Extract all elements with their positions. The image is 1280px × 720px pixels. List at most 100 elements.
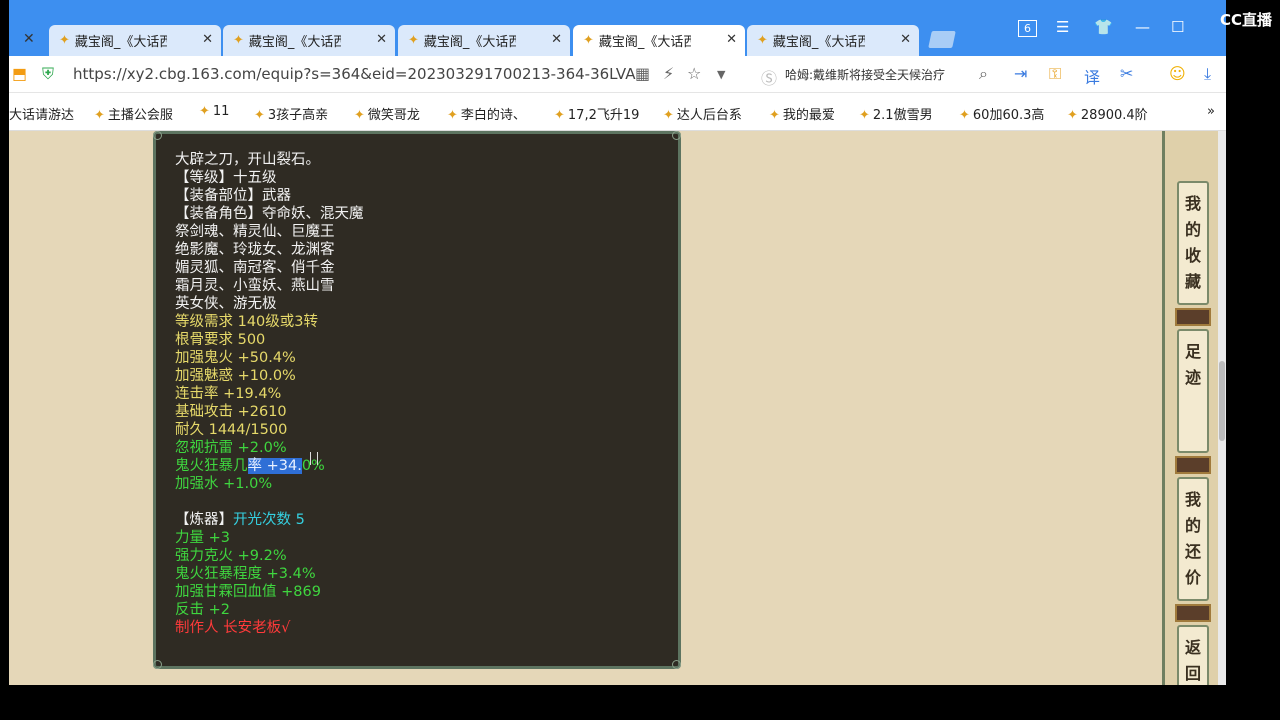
attribute-line: 霜月灵、小蛮妖、燕山雪 bbox=[175, 278, 335, 294]
cbg-favicon-icon: ✦ bbox=[757, 33, 768, 48]
tab-close-icon[interactable]: ✕ bbox=[202, 32, 213, 47]
bookmark-label: 主播公会服 bbox=[107, 108, 173, 123]
attribute-line: 加强甘霖回血值 +869 bbox=[175, 584, 321, 600]
emoji-icon[interactable]: ☺ bbox=[1169, 64, 1186, 83]
bookmark-item[interactable]: ✦ 17,2飞升19 bbox=[554, 104, 639, 123]
close-icon[interactable]: ✕ bbox=[23, 31, 35, 47]
chevron-down-icon[interactable]: ▼ bbox=[717, 68, 725, 81]
tab-count-badge[interactable]: 6 bbox=[1018, 20, 1037, 37]
bookmark-item[interactable]: ✦ 28900.4阶 bbox=[1067, 104, 1148, 123]
translate-icon[interactable]: 译 bbox=[1084, 64, 1100, 88]
favorites-button[interactable]: 我的收藏 bbox=[1177, 181, 1209, 305]
login-icon[interactable]: ⇥ bbox=[1014, 64, 1027, 83]
bookmark-item[interactable]: ✦ 主播公会服 bbox=[94, 104, 173, 123]
item-tooltip: 大辟之刀，开山裂石。 【等级】十五级 【装备部位】武器 【装备角色】夺命妖、混天魔 祭剑… bbox=[153, 131, 681, 669]
attribute-line: 制作人 长安老板√ bbox=[175, 620, 291, 636]
maximize-icon[interactable]: ☐ bbox=[1171, 18, 1184, 36]
corner-ornament bbox=[153, 660, 162, 669]
tab-close-icon[interactable]: ✕ bbox=[376, 32, 387, 47]
browser-tab[interactable]: ✦ 藏宝阁_《大话西游 ✕ bbox=[747, 25, 919, 56]
qr-icon[interactable]: ▦ bbox=[635, 64, 650, 83]
attribute-line: 祭剑魂、精灵仙、巨魔王 bbox=[175, 224, 335, 240]
scissors-icon[interactable]: ✂ bbox=[1120, 64, 1133, 83]
attribute-line: 根骨要求 500 bbox=[175, 332, 266, 348]
bookmark-icon: ✦ bbox=[959, 108, 970, 123]
back-button[interactable]: 返回 bbox=[1177, 625, 1209, 685]
bookmark-icon: ✦ bbox=[1067, 108, 1078, 123]
tab-label: 藏宝阁_《大话西游 bbox=[74, 35, 167, 50]
url-input[interactable]: https://xy2.cbg.163.com/equip?s=364&eid=… bbox=[73, 65, 635, 83]
sidebar-button-char: 返 bbox=[1184, 638, 1201, 657]
sidebar-divider bbox=[1175, 604, 1211, 622]
search-box[interactable]: Ⓢ 哈姆:戴维斯将接受全天候治疗 ⌕ bbox=[761, 62, 999, 88]
attribute-line: 英女侠、游无极 bbox=[175, 296, 277, 312]
bookmark-item[interactable]: 大话请游达 bbox=[9, 104, 74, 123]
bookmark-label: 大话请游达 bbox=[9, 108, 75, 123]
minimize-icon[interactable]: — bbox=[1135, 18, 1150, 36]
menu-icon[interactable]: ☰ bbox=[1056, 18, 1069, 36]
sidebar-button-char: 我 bbox=[1184, 194, 1201, 213]
address-bar: ⬒ ⛨ https://xy2.cbg.163.com/equip?s=364&… bbox=[9, 56, 1226, 93]
attribute-line: 耐久 1444/1500 bbox=[175, 422, 288, 438]
bookmark-item[interactable]: ✦ 李白的诗、 bbox=[447, 104, 526, 123]
cc-live-logo: CC直播 bbox=[1219, 11, 1272, 29]
browser-tab[interactable]: ✦ 藏宝阁_《大话西游 ✕ bbox=[223, 25, 395, 56]
bookmark-item[interactable]: ✦ 11 bbox=[199, 104, 229, 119]
bookmark-item[interactable]: ✦ 达人后台系 bbox=[663, 104, 742, 123]
lightning-icon[interactable]: ⚡ bbox=[663, 64, 674, 83]
attribute-line: 【等级】十五级 bbox=[175, 170, 277, 186]
bookmark-icon: ✦ bbox=[554, 108, 565, 123]
search-input[interactable]: 哈姆:戴维斯将接受全天候治疗 bbox=[785, 66, 975, 83]
sidebar-button-char: 价 bbox=[1184, 568, 1201, 587]
tab-close-icon[interactable]: ✕ bbox=[726, 32, 737, 47]
download-icon[interactable]: ⤓ bbox=[1204, 64, 1211, 84]
attribute-line: 连击率 +19.4% bbox=[175, 386, 282, 402]
tab-close-icon[interactable]: ✕ bbox=[900, 32, 911, 47]
attribute-line: 绝影魔、玲珑女、龙渊客 bbox=[175, 242, 335, 258]
attribute-line: 加强魅惑 +10.0% bbox=[175, 368, 296, 384]
bookmark-icon: ✦ bbox=[254, 108, 265, 123]
bookmark-icon: ✦ bbox=[859, 108, 870, 123]
tab-label: 藏宝阁_《大话西游 bbox=[248, 35, 341, 50]
sidebar-divider bbox=[1175, 308, 1211, 326]
key-icon[interactable]: ⚿ bbox=[1049, 64, 1061, 84]
bookmark-icon: ✦ bbox=[769, 108, 780, 123]
scrollbar[interactable] bbox=[1218, 131, 1226, 685]
bookmark-label: 60加60.3高 bbox=[972, 108, 1045, 123]
search-icon[interactable]: ⌕ bbox=[979, 64, 988, 84]
sidebar-button-char: 我 bbox=[1184, 490, 1201, 509]
sidebar-button-char: 的 bbox=[1184, 220, 1201, 239]
attribute-line: 【装备角色】夺命妖、混天魔 bbox=[175, 206, 364, 222]
browser-tab[interactable]: ✦ 藏宝阁_《大话西游 ✕ bbox=[398, 25, 570, 56]
attribute-line: 基础攻击 +2610 bbox=[175, 404, 287, 420]
browser-tab[interactable]: ✦ 藏宝阁_《大话西游 ✕ bbox=[49, 25, 221, 56]
bookmark-label: 达人后台系 bbox=[676, 108, 742, 123]
bookmark-item[interactable]: ✦ 微笑哥龙 bbox=[354, 104, 420, 123]
sidebar-button-char: 还 bbox=[1184, 542, 1201, 561]
bookmark-icon: ✦ bbox=[94, 108, 105, 123]
page-content: 大辟之刀，开山裂石。 【等级】十五级 【装备部位】武器 【装备角色】夺命妖、混天魔 祭剑… bbox=[9, 131, 1226, 685]
bookmark-item[interactable]: ✦ 3孩子高亲 bbox=[254, 104, 328, 123]
skin-icon[interactable]: 👕 bbox=[1094, 18, 1113, 36]
more-bookmarks-icon[interactable]: » bbox=[1207, 104, 1215, 119]
tab-bar: ✕ ✦ 藏宝阁_《大话西游 ✕ ✦ 藏宝阁_《大话西游 ✕ ✦ 藏宝阁_《大话西游 ✕ ✦ 藏宝阁_… bbox=[9, 0, 1226, 56]
attribute-line: 【装备部位】武器 bbox=[175, 188, 291, 204]
tab-close-icon[interactable]: ✕ bbox=[551, 32, 562, 47]
new-tab-button[interactable] bbox=[928, 31, 956, 48]
scrollbar-thumb[interactable] bbox=[1219, 361, 1225, 441]
bookmark-item[interactable]: ✦ 60加60.3高 bbox=[959, 104, 1044, 123]
bookmark-item[interactable]: ✦ 我的最爱 bbox=[769, 104, 835, 123]
counteroffer-button[interactable]: 我的还价 bbox=[1177, 477, 1209, 601]
tab-label: 藏宝阁_《大话西游 bbox=[598, 35, 691, 50]
sidebar-button-char: 的 bbox=[1184, 516, 1201, 535]
star-icon[interactable]: ☆ bbox=[687, 64, 701, 83]
attribute-line bbox=[175, 493, 364, 511]
bookmark-label: 28900.4阶 bbox=[1080, 108, 1148, 123]
bookmark-icon: ✦ bbox=[199, 104, 210, 119]
attribute-line: 加强鬼火 +50.4% bbox=[175, 350, 296, 366]
bookmark-item[interactable]: ✦ 2.1傲雪男 bbox=[859, 104, 933, 123]
browser-tab[interactable]: ✦ 藏宝阁_《大话西游 ✕ bbox=[573, 25, 745, 56]
shield-icon[interactable]: ⛨ bbox=[42, 64, 54, 84]
footprint-button[interactable]: 足迹 bbox=[1177, 329, 1209, 453]
cbg-favicon-icon: ✦ bbox=[233, 33, 244, 48]
